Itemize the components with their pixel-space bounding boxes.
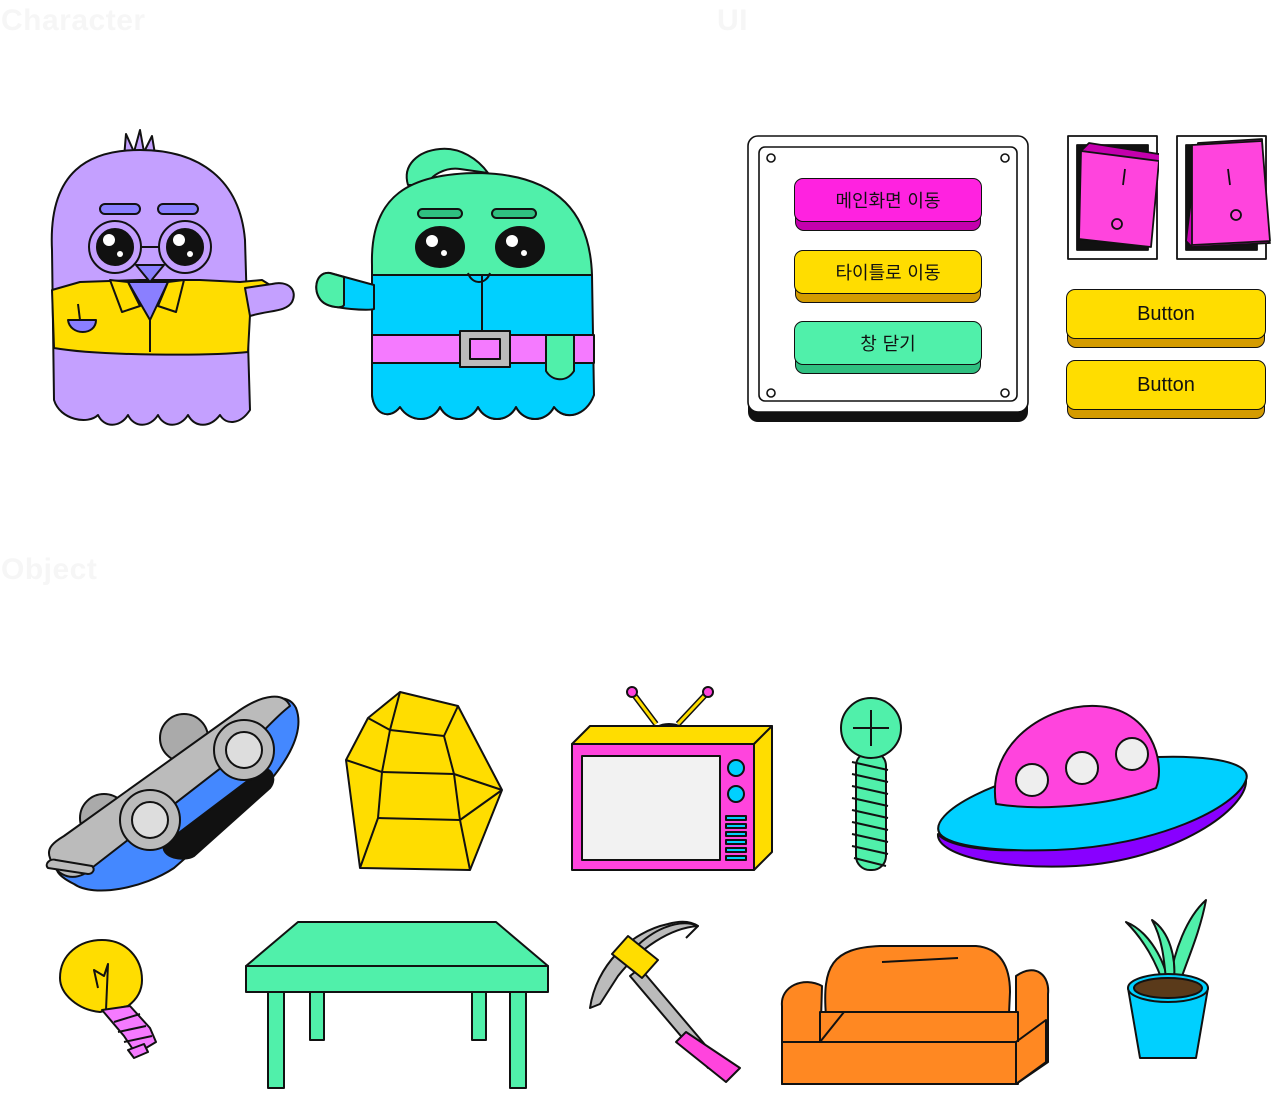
light-bulb-icon	[58, 939, 162, 1064]
toggle-switch-1[interactable]	[1067, 135, 1166, 260]
screw-icon	[838, 697, 906, 876]
section-title-character: Character	[1, 4, 146, 37]
ufo-icon	[936, 704, 1250, 872]
green-ghost-character-icon	[310, 145, 610, 430]
title-screen-button[interactable]: 타이틀로 이동	[794, 250, 982, 303]
potted-plant-icon	[1122, 898, 1214, 1064]
gold-ore-icon	[344, 690, 510, 874]
sofa-icon	[780, 945, 1050, 1086]
section-title-object: Object	[1, 553, 98, 586]
owl-character-icon	[40, 129, 310, 430]
flipped-car-icon	[44, 688, 310, 898]
section-title-ui: UI	[717, 4, 748, 37]
table-icon	[245, 921, 552, 1092]
ui-button-panel: 메인화면 이동 타이틀로 이동 창 닫기	[747, 135, 1029, 423]
button-2[interactable]: Button	[1066, 360, 1266, 419]
toggle-switch-2[interactable]	[1176, 135, 1271, 260]
main-menu-button[interactable]: 메인화면 이동	[794, 178, 982, 231]
retro-tv-icon	[570, 686, 774, 874]
close-window-button[interactable]: 창 닫기	[794, 321, 982, 374]
button-1[interactable]: Button	[1066, 289, 1266, 348]
pickaxe-icon	[589, 918, 742, 1084]
